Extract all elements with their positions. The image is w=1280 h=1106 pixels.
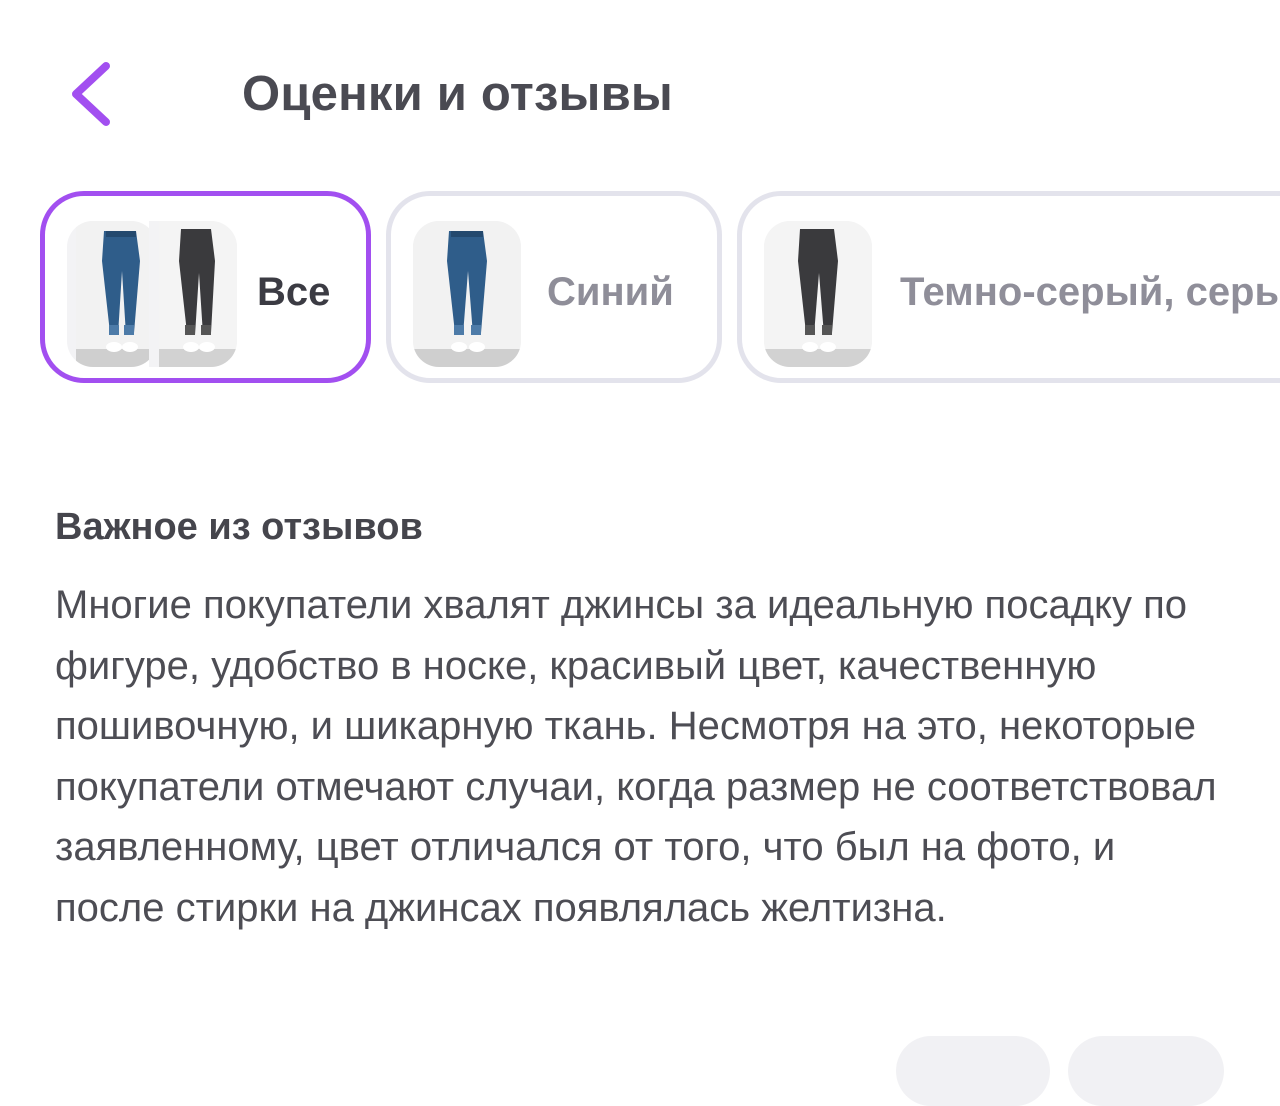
back-button[interactable]: [60, 56, 130, 132]
chip-all-label: Все: [257, 270, 331, 314]
chip-blue[interactable]: Синий: [386, 191, 722, 383]
review-summary-title: Важное из отзывов: [55, 506, 423, 548]
chip-dark-grey[interactable]: Темно-серый, серый: [737, 191, 1280, 383]
chip-all[interactable]: Все: [40, 191, 371, 383]
bottom-pill-button[interactable]: [1068, 1036, 1224, 1106]
review-summary-text: Многие покупатели хвалят джинсы за идеал…: [55, 583, 1217, 930]
chevron-left-icon: [72, 62, 110, 126]
dark-grey-jeans-thumbnail: [764, 221, 872, 367]
bottom-pill-button[interactable]: [896, 1036, 1050, 1106]
page-title: Оценки и отзывы: [242, 67, 673, 121]
color-filter-chips: Все Синий Темно-серый, серый: [40, 191, 1280, 391]
header: Оценки и отзывы: [0, 0, 1280, 190]
blue-jeans-thumbnail: [67, 221, 157, 367]
chip-dark-grey-label: Темно-серый, серый: [900, 270, 1280, 314]
blue-jeans-thumbnail: [413, 221, 521, 367]
chip-blue-label: Синий: [547, 270, 674, 314]
dark-grey-jeans-thumbnail: [149, 221, 237, 367]
